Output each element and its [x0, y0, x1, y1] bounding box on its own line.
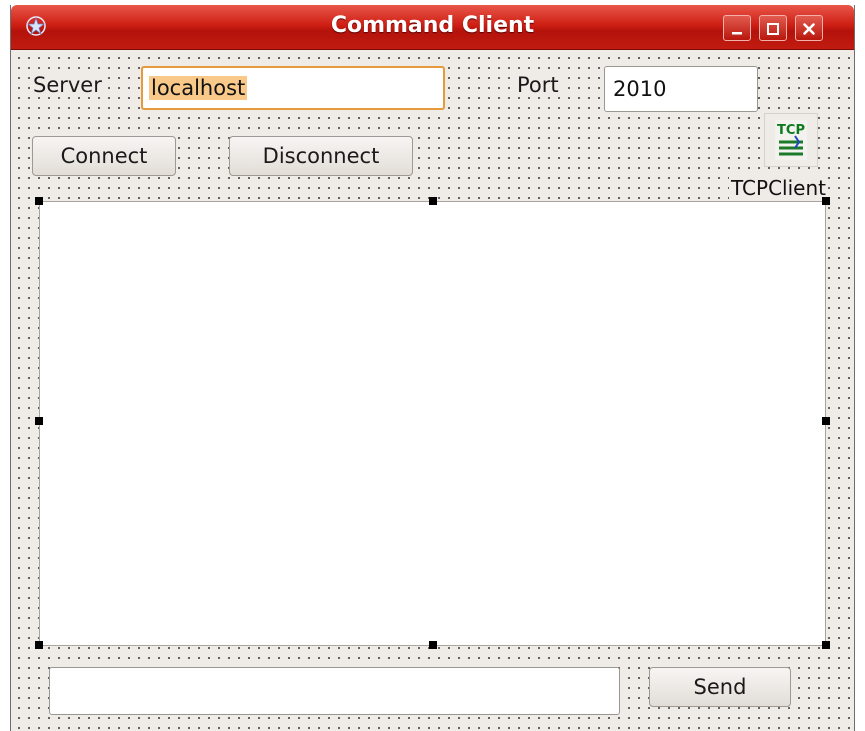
port-label: Port	[515, 73, 561, 97]
resize-handle-bottom[interactable]	[429, 641, 437, 649]
disconnect-button[interactable]: Disconnect	[229, 136, 413, 176]
resize-handle-bottom-left[interactable]	[35, 641, 43, 649]
connect-button[interactable]: Connect	[32, 136, 176, 176]
server-label: Server	[31, 73, 104, 97]
tcp-client-label: TCPClient	[729, 176, 828, 200]
command-client-window: Command Client Server localhost Port 201…	[10, 5, 855, 731]
tcp-client-icon: TCP	[775, 120, 807, 160]
command-input[interactable]	[49, 667, 620, 715]
resize-handle-top-left[interactable]	[35, 197, 43, 205]
send-button[interactable]: Send	[649, 667, 791, 707]
output-memo[interactable]	[39, 201, 826, 646]
minimize-icon	[732, 32, 742, 35]
server-input-value: localhost	[149, 76, 248, 100]
maximize-icon	[767, 23, 779, 35]
form-designer-surface[interactable]: Server localhost Port 2010 Connect Disco…	[11, 50, 854, 731]
resize-handle-top-right[interactable]	[822, 197, 830, 205]
port-input[interactable]: 2010	[604, 66, 758, 112]
resize-handle-bottom-right[interactable]	[822, 641, 830, 649]
maximize-button[interactable]	[759, 15, 787, 41]
port-input-value: 2010	[613, 77, 667, 101]
title-bar[interactable]: Command Client	[11, 5, 854, 50]
close-icon	[803, 23, 815, 35]
resize-handle-top[interactable]	[429, 197, 437, 205]
resize-handle-right[interactable]	[822, 417, 830, 425]
close-button[interactable]	[795, 15, 823, 41]
server-input[interactable]: localhost	[141, 66, 445, 110]
svg-text:TCP: TCP	[777, 123, 805, 138]
minimize-button[interactable]	[723, 15, 751, 41]
tcp-client-component[interactable]: TCP	[764, 113, 818, 167]
resize-handle-left[interactable]	[35, 417, 43, 425]
